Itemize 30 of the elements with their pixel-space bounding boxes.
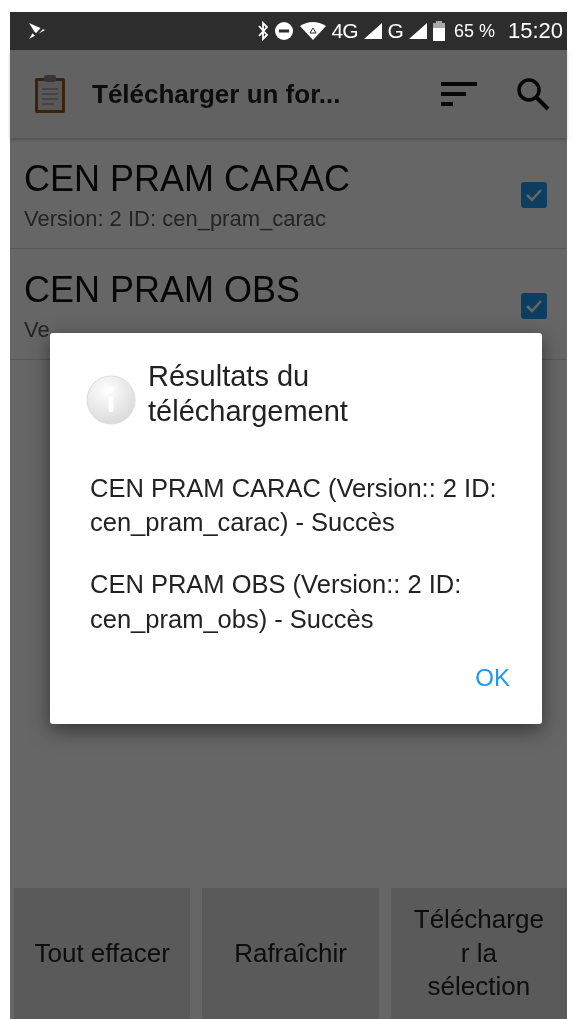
sort-icon <box>439 79 479 109</box>
info-icon <box>86 375 136 425</box>
battery-icon <box>432 21 445 41</box>
wifi-icon <box>298 21 327 41</box>
screen-title: Télécharger un for... <box>92 78 342 110</box>
ok-button[interactable]: OK <box>463 658 522 699</box>
clipboard-icon <box>34 74 66 114</box>
result-message: CEN PRAM CARAC (Version:: 2 ID: cen_pram_carac) - Succès <box>90 472 498 538</box>
signal-icon <box>362 22 383 40</box>
clock-time: 15:20 <box>507 18 563 44</box>
checkbox[interactable] <box>521 182 547 208</box>
do-not-disturb-icon <box>273 21 294 41</box>
dialog-title: Résultats du téléchargement <box>148 359 349 429</box>
form-name: CEN PRAM CARAC <box>24 158 352 200</box>
network-type-label: 4G <box>331 19 358 43</box>
action-button[interactable]: Télécharge r la sélection <box>390 888 567 1019</box>
result-message: CEN PRAM OBS (Version:: 2 ID: cen_pram_obs) - Succès <box>90 569 463 635</box>
form-details: Ve <box>24 317 51 343</box>
search-icon <box>515 76 551 112</box>
battery-percentage: 65 % <box>453 20 495 42</box>
bluetooth-icon <box>256 21 269 41</box>
form-name: CEN PRAM OBS <box>24 269 302 311</box>
action-button[interactable]: Tout effacer <box>14 888 191 1019</box>
form-details: Version: 2 ID: cen_pram_carac <box>24 206 328 232</box>
action-button[interactable]: Rafraîchir <box>202 888 379 1019</box>
form-list-item[interactable]: CEN PRAM CARAC Version: 2 ID: cen_pram_carac <box>10 138 567 249</box>
notification-icon <box>26 20 48 42</box>
checkbox[interactable] <box>521 293 547 319</box>
signal-icon <box>407 22 428 40</box>
network-type-label: G <box>387 19 403 43</box>
